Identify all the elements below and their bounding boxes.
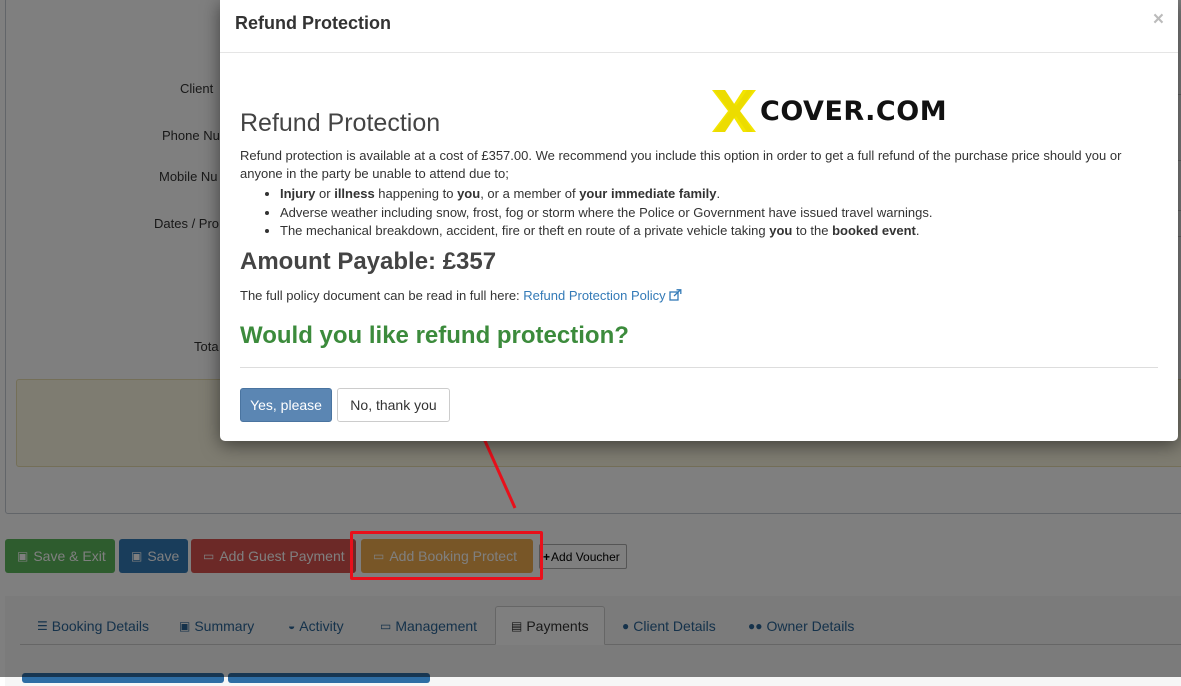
policy-text: The full policy document can be read in … <box>240 288 682 303</box>
list-item: Injury or illness happening to you, or a… <box>280 185 1165 204</box>
policy-link[interactable]: Refund Protection Policy <box>523 288 665 303</box>
modal-title: Refund Protection <box>235 13 391 33</box>
divider <box>240 367 1158 368</box>
close-icon[interactable]: × <box>1153 9 1164 31</box>
list-item: Adverse weather including snow, frost, f… <box>280 204 1165 223</box>
list-item: The mechanical breakdown, accident, fire… <box>280 222 1165 241</box>
refund-protection-modal: Refund Protection × COVER.COM Refund Pro… <box>220 0 1178 441</box>
refund-question: Would you like refund protection? <box>240 322 629 349</box>
modal-heading: Refund Protection <box>240 109 441 137</box>
logo-text: COVER.COM <box>760 95 948 127</box>
external-link-icon <box>669 289 682 301</box>
x-cover-logo-icon <box>712 90 756 132</box>
intro-text: Refund protection is available at a cost… <box>240 148 1122 181</box>
cover-logo: COVER.COM <box>712 90 947 132</box>
yes-please-button[interactable]: Yes, please <box>240 388 332 422</box>
modal-header: Refund Protection × <box>220 0 1178 53</box>
amount-payable: Amount Payable: £357 <box>240 248 497 275</box>
policy-label: The full policy document can be read in … <box>240 288 524 303</box>
coverage-list: Injury or illness happening to you, or a… <box>240 185 1165 241</box>
no-thank-you-button[interactable]: No, thank you <box>337 388 450 422</box>
